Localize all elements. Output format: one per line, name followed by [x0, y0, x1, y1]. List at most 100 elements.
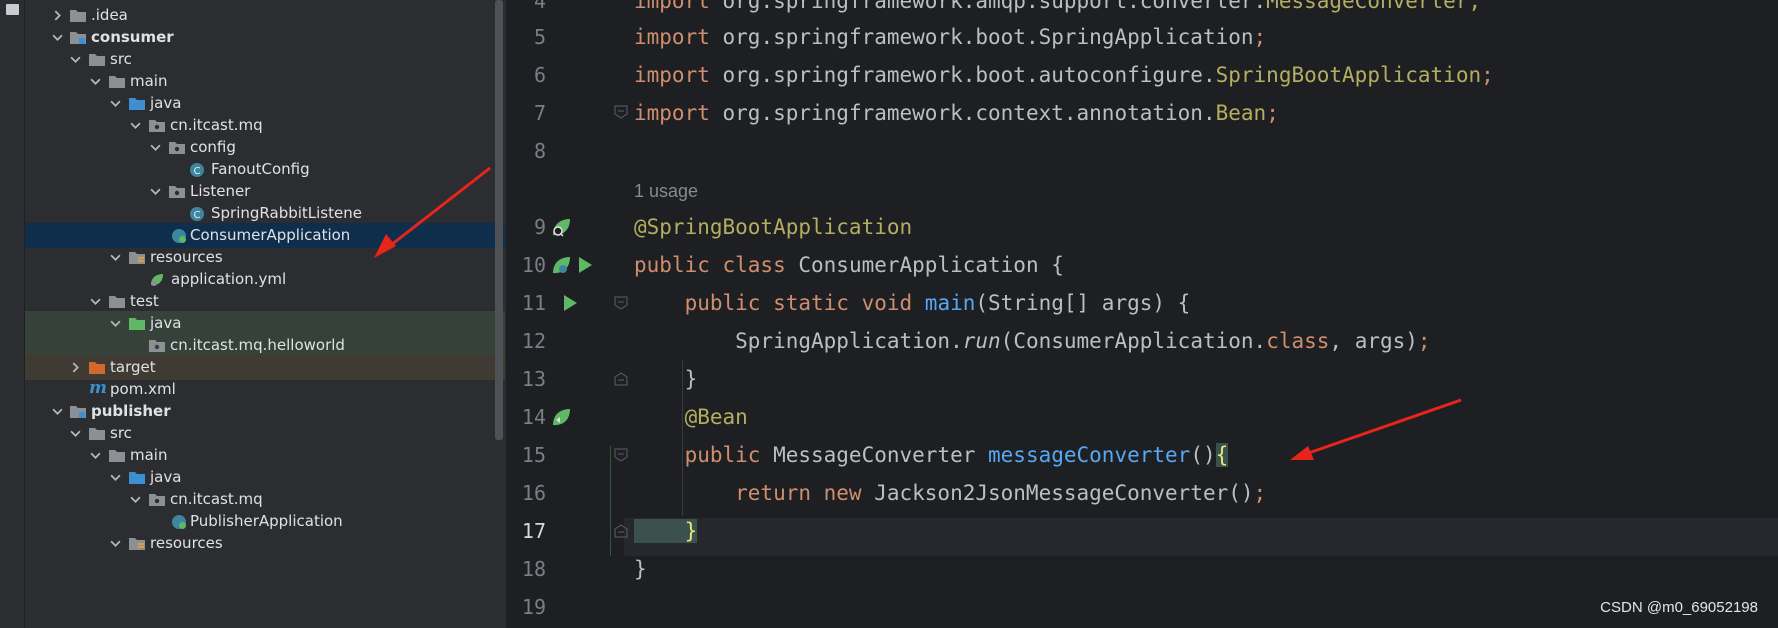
- tree-item-label: java: [150, 94, 182, 112]
- tree-item-resources[interactable]: resources: [25, 531, 505, 556]
- source-folder-icon: [129, 96, 145, 111]
- line-number: 14: [521, 405, 546, 429]
- tree-item-label: java: [150, 468, 182, 486]
- code-line-17: }: [634, 519, 698, 543]
- line-number: 13: [521, 367, 546, 391]
- tool-window-strip: [0, 0, 25, 628]
- code-line-5: import org.springframework.boot.SpringAp…: [634, 25, 1267, 49]
- folder-icon: [89, 52, 105, 67]
- tree-item-label: resources: [150, 534, 223, 552]
- folder-icon: [109, 294, 125, 309]
- tree-item-label: FanoutConfig: [211, 160, 310, 178]
- line-number: 10: [521, 253, 546, 277]
- chevron-down-icon[interactable]: [150, 186, 161, 197]
- package-icon: [149, 338, 165, 353]
- tree-item-label: pom.xml: [110, 380, 176, 398]
- change-marker: [610, 446, 611, 556]
- package-icon: [149, 118, 165, 133]
- chevron-down-icon[interactable]: [110, 318, 121, 329]
- source-folder-icon: [129, 470, 145, 485]
- chevron-down-icon[interactable]: [150, 142, 161, 153]
- line-number: 6: [533, 63, 546, 87]
- tree-item-label: cn.itcast.mq: [170, 490, 263, 508]
- line-number: 19: [521, 595, 546, 619]
- tree-item-label: test: [130, 292, 159, 310]
- chevron-right-icon[interactable]: [52, 10, 63, 21]
- tree-item-label: Listener: [190, 182, 251, 200]
- line-number: 7: [533, 101, 546, 125]
- tree-item-label: main: [130, 72, 168, 90]
- chevron-down-icon[interactable]: [90, 76, 101, 87]
- module-folder-icon: [70, 30, 86, 45]
- usages-hint[interactable]: 1 usage: [634, 176, 698, 206]
- chevron-down-icon[interactable]: [110, 252, 121, 263]
- maven-icon: m: [89, 378, 107, 398]
- spring-boot-class-icon: [171, 228, 187, 243]
- run-icon[interactable]: [564, 295, 577, 311]
- line-number: 16: [521, 481, 546, 505]
- tree-item-label: .idea: [91, 6, 128, 24]
- svg-text:C: C: [194, 166, 201, 177]
- line-number: 18: [521, 557, 546, 581]
- tree-item-label: SpringRabbitListene: [211, 204, 362, 222]
- line-number: 8: [533, 139, 546, 163]
- module-folder-icon: [70, 404, 86, 419]
- spring-boot-icon[interactable]: [550, 254, 572, 276]
- code-line-7: import org.springframework.context.annot…: [634, 101, 1279, 125]
- package-icon: [149, 492, 165, 507]
- class-icon: C: [189, 206, 205, 221]
- line-number: 11: [521, 291, 546, 315]
- tree-item-label: main: [130, 446, 168, 464]
- chevron-right-icon[interactable]: [70, 362, 81, 373]
- chevron-down-icon[interactable]: [90, 296, 101, 307]
- spring-bean-icon[interactable]: [550, 406, 572, 428]
- line-number: 4: [533, 0, 546, 13]
- line-number: 15: [521, 443, 546, 467]
- annotation-arrow: [374, 166, 491, 258]
- code-line-11: public static void main(String[] args) {: [634, 291, 1191, 315]
- project-tool-icon[interactable]: [6, 4, 19, 15]
- chevron-down-icon[interactable]: [130, 494, 141, 505]
- chevron-down-icon[interactable]: [70, 428, 81, 439]
- tree-item-label: src: [110, 424, 132, 442]
- code-line-9: @SpringBootApplication: [634, 215, 913, 239]
- fold-icon[interactable]: [614, 372, 628, 386]
- chevron-down-icon[interactable]: [110, 472, 121, 483]
- spring-config-icon: [149, 272, 165, 287]
- folder-icon: [89, 426, 105, 441]
- chevron-down-icon[interactable]: [52, 406, 63, 417]
- class-icon: C: [189, 162, 205, 177]
- fold-icon[interactable]: [614, 524, 628, 538]
- chevron-down-icon[interactable]: [110, 538, 121, 549]
- tree-item-label: ConsumerApplication: [190, 226, 351, 244]
- fold-icon[interactable]: [614, 448, 628, 462]
- chevron-down-icon[interactable]: [70, 54, 81, 65]
- line-number: 12: [521, 329, 546, 353]
- tree-item-label: cn.itcast.mq.helloworld: [170, 336, 345, 354]
- code-line-4: import org.springframework.amqp.support.…: [634, 0, 1482, 13]
- watermark: CSDN @m0_69052198: [1600, 599, 1758, 616]
- code-line-16: return new Jackson2JsonMessageConverter(…: [634, 481, 1267, 505]
- tree-item-label: resources: [150, 248, 223, 266]
- fold-icon[interactable]: [614, 105, 628, 119]
- run-icon[interactable]: [579, 257, 592, 273]
- tree-item-label: consumer: [91, 28, 174, 46]
- line-number: 5: [533, 25, 546, 49]
- tree-item-label: config: [190, 138, 236, 156]
- line-number: 17: [521, 519, 546, 543]
- folder-icon: [109, 448, 125, 463]
- code-line-15: public MessageConverter messageConverter…: [634, 443, 1229, 467]
- chevron-down-icon[interactable]: [52, 32, 63, 43]
- spring-find-usages-icon[interactable]: [550, 216, 572, 238]
- chevron-down-icon[interactable]: [90, 450, 101, 461]
- folder-icon: [70, 8, 86, 23]
- svg-text:C: C: [194, 210, 201, 221]
- code-editor[interactable]: 4 5 6 7 8 9 10 11 12 13 14 15 16 17 18 1…: [506, 0, 1778, 628]
- tree-item-label: src: [110, 50, 132, 68]
- chevron-down-icon[interactable]: [130, 120, 141, 131]
- chevron-down-icon[interactable]: [110, 98, 121, 109]
- project-tree: .idea consumer src main java cn.itcast.m…: [25, 0, 505, 628]
- test-source-folder-icon: [129, 316, 145, 331]
- tree-item-label: java: [150, 314, 182, 332]
- fold-icon[interactable]: [614, 296, 628, 310]
